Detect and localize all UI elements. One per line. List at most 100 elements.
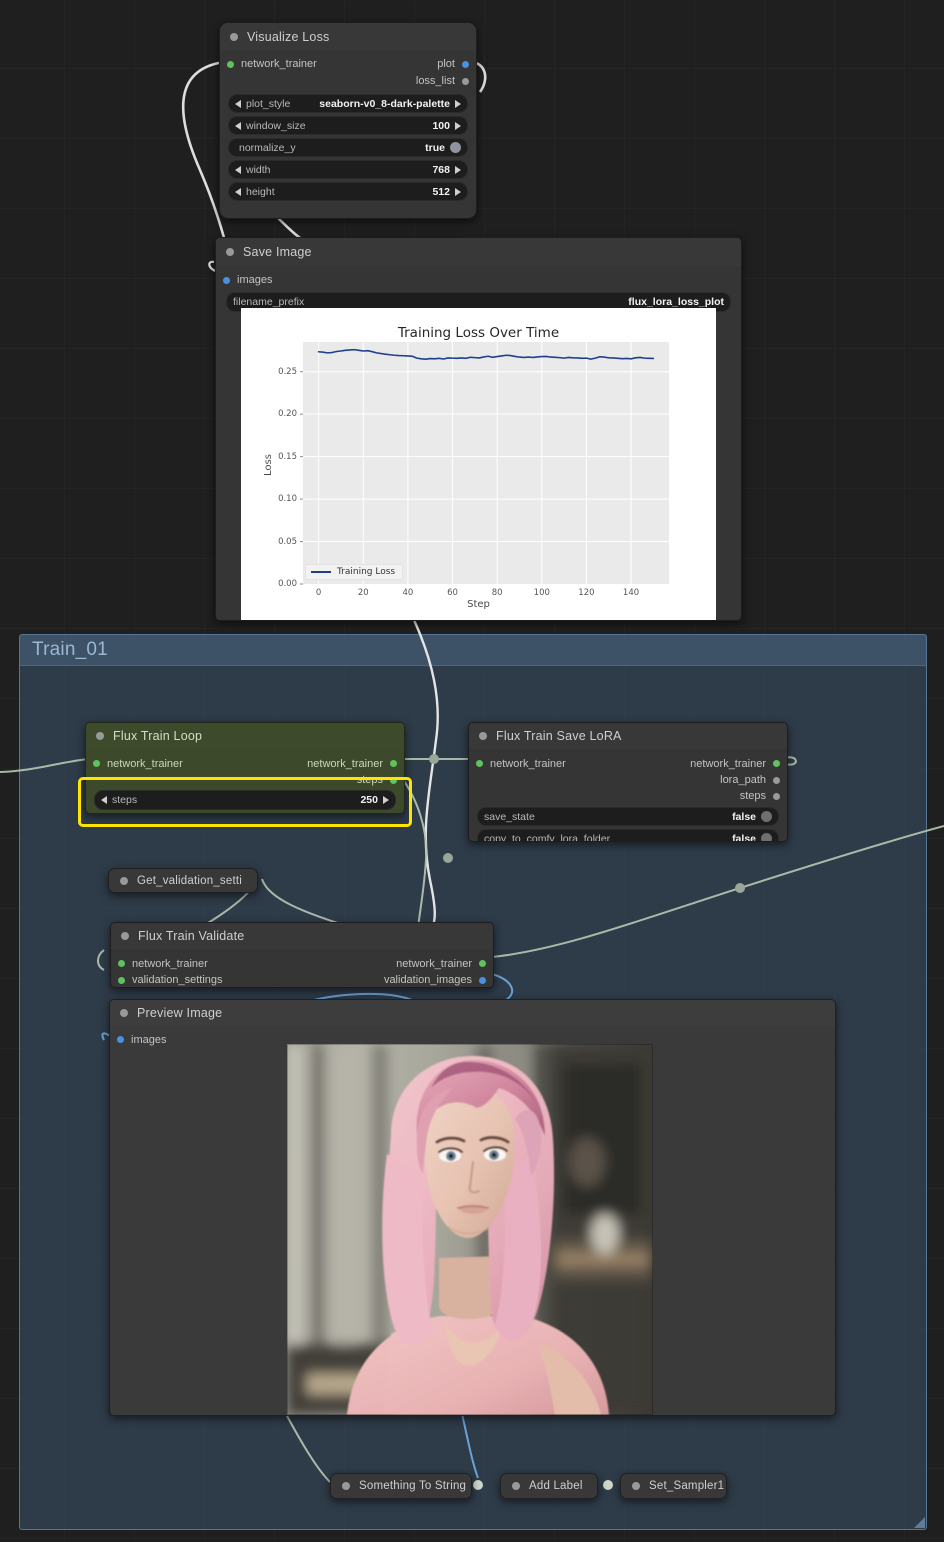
toggle-knob-icon[interactable] [761,811,772,822]
slot-label: lora_path [720,774,766,786]
legend-line-icon [311,571,331,573]
node-title: Flux Train Validate [138,929,245,943]
node-body: network_trainer network_trainer steps st [86,749,404,813]
node-header[interactable]: Set_Sampler1 [621,1474,726,1498]
node-get-validation-settings[interactable]: Get_validation_setti [108,868,258,893]
node-body: network_trainer network_trainer lora_pat… [469,749,787,841]
chart-x-tick-label: 80 [491,588,503,598]
input-slot-network-trainer[interactable]: network_trainer [93,758,183,770]
collapse-toggle-icon[interactable] [226,248,234,256]
node-header[interactable]: Preview Image [110,1000,835,1026]
chevron-left-icon[interactable] [235,99,241,108]
slot-label: network_trainer [241,58,317,70]
input-slot-images[interactable]: images [117,1034,166,1046]
widget-value: 512 [432,185,450,198]
node-header[interactable]: Save Image [216,238,741,266]
chart-y-tick-label: 0.15 [278,451,297,462]
input-slot-validation-settings[interactable]: validation_settings [118,974,223,986]
node-flux-train-loop[interactable]: Flux Train Loop network_trainer network_… [85,722,405,814]
chevron-right-icon[interactable] [455,99,461,108]
chevron-left-icon[interactable] [101,796,107,804]
collapse-toggle-icon[interactable] [479,732,487,740]
collapse-toggle-icon[interactable] [120,1009,128,1017]
slot-label: steps [739,790,766,802]
widget-save-state[interactable]: save_state false [477,807,779,826]
input-slot-images[interactable]: images [223,274,272,286]
node-header[interactable]: Visualize Loss [220,23,476,51]
slot-label: network_trainer [132,957,208,970]
output-slot-loss-list[interactable]: loss_list [416,75,469,87]
chevron-right-icon[interactable] [455,187,461,196]
slot-dot-icon [462,77,469,85]
collapse-toggle-icon[interactable] [120,876,128,885]
widget-normalize-y[interactable]: normalize_y true [228,138,468,157]
node-title: Flux Train Loop [113,729,203,743]
node-header[interactable]: Flux Train Save LoRA [469,723,787,749]
collapse-toggle-icon[interactable] [342,1482,350,1490]
legend-entry-label: Training Loss [337,567,396,577]
output-slot-lora-path[interactable]: lora_path [720,774,780,786]
node-title: Visualize Loss [247,30,330,44]
collapse-toggle-icon[interactable] [230,33,238,41]
node-header[interactable]: Add Label [501,1474,597,1498]
node-flux-train-validate[interactable]: Flux Train Validate network_trainer netw… [110,922,494,988]
chevron-left-icon[interactable] [235,165,241,174]
widget-window-size[interactable]: window_size 100 [228,116,468,135]
group-title: Train_01 [20,635,926,666]
chart-x-axis-label: Step [467,599,490,610]
output-slot-validation-images[interactable]: validation_images [384,974,486,986]
node-flux-train-save-lora[interactable]: Flux Train Save LoRA network_trainer net… [468,722,788,842]
node-title: Flux Train Save LoRA [496,729,622,743]
node-preview-image[interactable]: Preview Image images [109,999,836,1416]
output-slot-network-trainer[interactable]: network_trainer [690,758,780,770]
node-something-to-string[interactable]: Something To String [330,1473,472,1499]
output-slot-plot[interactable]: plot [437,58,469,70]
node-body: network_trainer plot loss_list plot_styl [220,51,476,208]
slot-label: validation_images [383,974,472,986]
node-visualize-loss[interactable]: Visualize Loss network_trainer plot loss… [219,22,477,219]
chevron-right-icon[interactable] [383,796,389,804]
node-save-image[interactable]: Save Image images filename_prefix flux_l… [215,237,742,621]
toggle-knob-icon[interactable] [450,142,461,153]
input-slot-network-trainer[interactable]: network_trainer [118,958,208,970]
chevron-left-icon[interactable] [235,121,241,130]
input-slot-network-trainer[interactable]: network_trainer [476,758,566,770]
collapse-toggle-icon[interactable] [121,932,129,940]
collapse-toggle-icon[interactable] [96,732,104,740]
slot-label: network_trainer [107,757,183,770]
chart-y-axis-label: Loss [263,454,274,476]
toggle-knob-icon[interactable] [761,833,772,841]
output-slot-steps[interactable]: steps [357,774,397,786]
slot-dot-icon [118,960,125,967]
chart-y-tick-label: 0.25 [278,366,297,377]
collapse-toggle-icon[interactable] [632,1482,640,1490]
comfyui-canvas[interactable]: Train_01 Visualize Loss network_trainer … [0,0,944,1542]
slot-dot-icon [117,1036,124,1043]
input-slot-network-trainer[interactable]: network_trainer [227,58,317,70]
chevron-right-icon[interactable] [455,165,461,174]
node-set-sampler1[interactable]: Set_Sampler1 [620,1473,727,1499]
chevron-right-icon[interactable] [455,121,461,130]
widget-copy-to-comfy-lora-folder[interactable]: copy_to_comfy_lora_folder false [477,829,779,841]
node-title: Set_Sampler1 [649,1480,725,1492]
node-add-label[interactable]: Add Label [500,1473,598,1499]
chart-x-tick-label: 20 [357,588,369,598]
node-header[interactable]: Flux Train Loop [86,723,404,749]
node-header[interactable]: Flux Train Validate [111,923,493,949]
widget-height[interactable]: height 512 [228,182,468,201]
widget-width[interactable]: width 768 [228,160,468,179]
widget-steps[interactable]: steps 250 [94,790,396,810]
output-slot-network-trainer[interactable]: network_trainer [396,958,486,970]
collapse-toggle-icon[interactable] [512,1482,520,1490]
slot-label: images [131,1033,167,1046]
slot-dot-icon [479,960,486,967]
widget-plot-style[interactable]: plot_style seaborn-v0_8-dark-palette [228,94,468,113]
slot-dot-icon [773,776,780,784]
output-slot-steps[interactable]: steps [740,790,780,802]
chart-x-tick-label: 0 [315,588,322,598]
output-slot-network-trainer[interactable]: network_trainer [307,758,397,770]
node-header[interactable]: Get_validation_setti [109,869,257,892]
node-header[interactable]: Something To String [331,1474,471,1498]
chevron-left-icon[interactable] [235,187,241,196]
group-resize-handle[interactable] [914,1517,925,1528]
